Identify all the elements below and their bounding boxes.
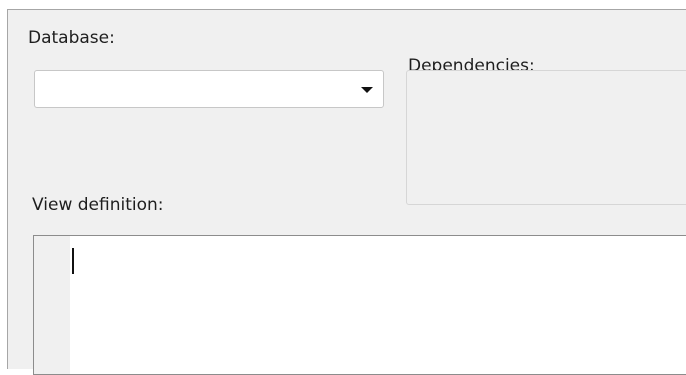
view-definition-editor[interactable] <box>33 235 686 375</box>
view-definition-label: View definition: <box>32 195 164 215</box>
line-number-gutter <box>34 236 70 374</box>
database-dropdown[interactable] <box>34 70 384 108</box>
view-definition-text[interactable] <box>74 248 686 374</box>
dependencies-list[interactable] <box>406 70 686 205</box>
database-label: Database: <box>28 28 115 48</box>
chevron-down-icon[interactable] <box>361 87 373 93</box>
